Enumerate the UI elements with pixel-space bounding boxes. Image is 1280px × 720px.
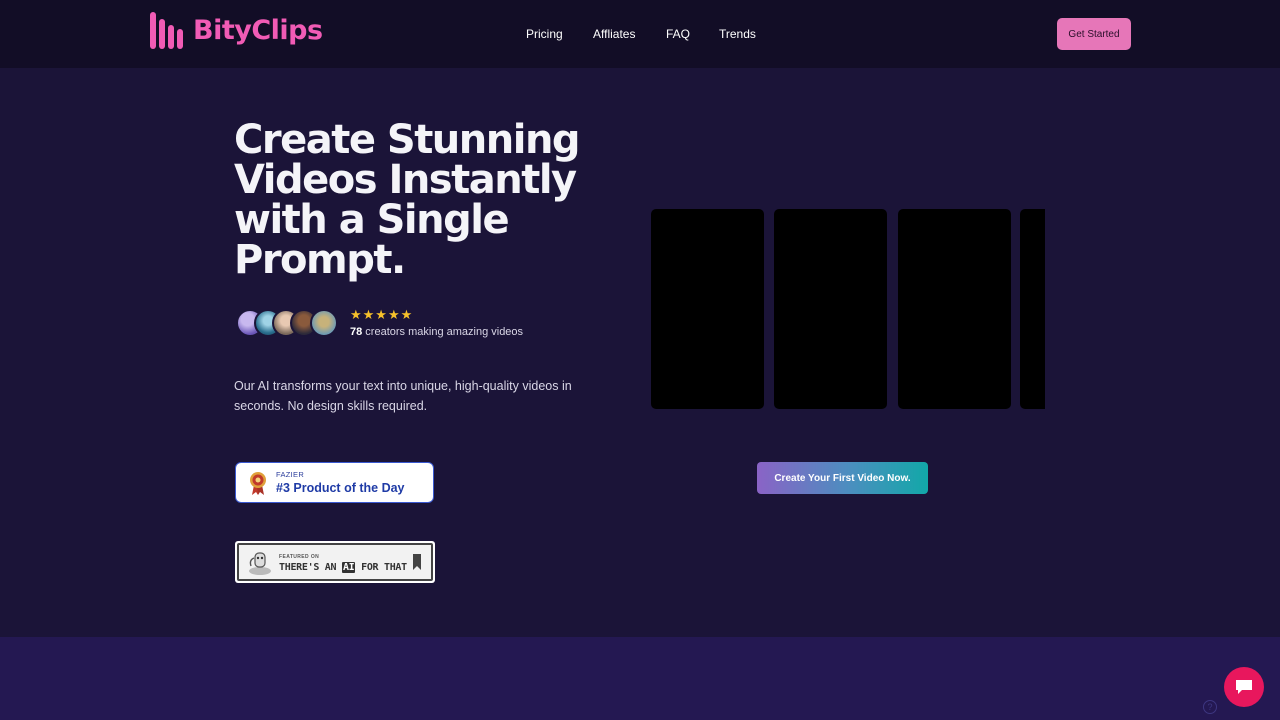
next-section [0, 637, 1280, 720]
help-icon[interactable]: ? [1203, 700, 1217, 714]
creator-count: 78 [350, 326, 363, 338]
taaft-featured-label: FEATURED ON [279, 554, 320, 560]
create-first-video-button[interactable]: Create Your First Video Now. [757, 462, 928, 494]
taaft-badge-frame: FEATURED ON THERE'S AN AI FOR THAT [237, 543, 433, 581]
theres-an-ai-for-that-badge[interactable]: FEATURED ON THERE'S AN AI FOR THAT [235, 541, 435, 583]
nav-link-faq[interactable]: FAQ [666, 27, 690, 41]
hero-headline: Create Stunning Videos Instantly with a … [234, 117, 581, 283]
video-preview-card[interactable] [774, 209, 887, 409]
fazier-label: FAZIER [276, 470, 305, 479]
video-preview-card[interactable] [1020, 209, 1045, 409]
chat-bubble-icon [1236, 680, 1252, 694]
video-preview-carousel [651, 209, 1045, 409]
get-started-button[interactable]: Get Started [1057, 18, 1131, 50]
fazier-badge[interactable]: FAZIER #3 Product of the Day [235, 462, 434, 503]
robot-icon [249, 552, 271, 575]
chat-button[interactable] [1224, 667, 1264, 707]
taaft-title-ai: AI [341, 562, 356, 573]
video-preview-card[interactable] [651, 209, 764, 409]
creator-text: creators making amazing videos [362, 326, 524, 338]
nav-link-affiliates[interactable]: Affliates [593, 27, 635, 41]
taaft-title-suffix: FOR THAT [355, 562, 407, 573]
hero-description: Our AI transforms your text into unique,… [234, 379, 572, 413]
taaft-title: THERE'S AN AI FOR THAT [279, 562, 407, 573]
creators-count-text: 78 creators making amazing videos [350, 326, 523, 338]
nav-link-pricing[interactable]: Pricing [526, 27, 563, 41]
hero-section: Create Stunning Videos Instantly with a … [0, 68, 1280, 637]
creator-avatars [236, 309, 346, 339]
taaft-title-prefix: THERE'S AN [279, 562, 342, 573]
avatar [310, 309, 338, 337]
top-navigation-bar: BityClips Pricing Affliates FAQ Trends G… [0, 0, 1280, 68]
bookmark-icon [413, 554, 421, 570]
nav-link-trends[interactable]: Trends [719, 27, 756, 41]
rating-stars: ★★★★★ [350, 307, 414, 322]
video-preview-card[interactable] [898, 209, 1011, 409]
fazier-rank: #3 Product of the Day [276, 481, 405, 495]
medal-icon [250, 472, 266, 495]
